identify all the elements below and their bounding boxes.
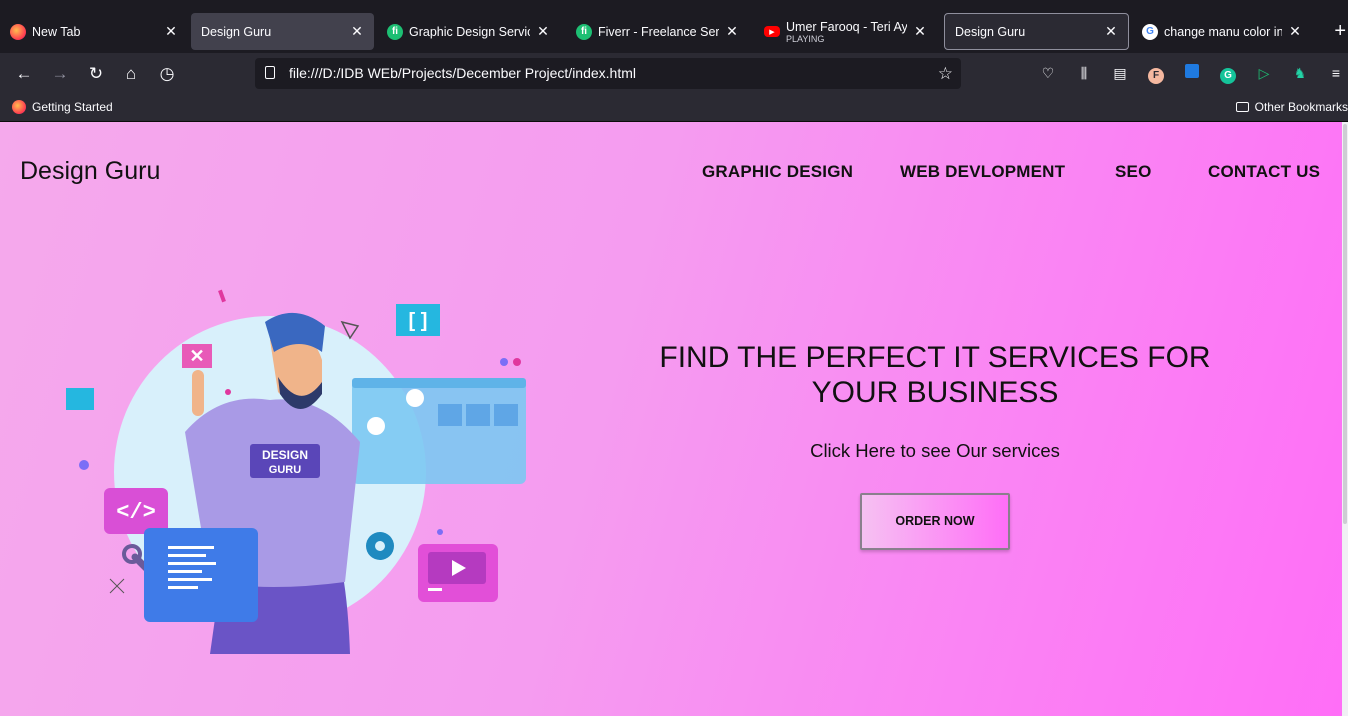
tab-title: change manu color in cs — [1164, 24, 1282, 39]
hamburger-menu-icon[interactable]: ≡ — [1326, 63, 1346, 83]
account-avatar-icon[interactable]: F — [1146, 63, 1166, 84]
web-page: Design Guru GRAPHIC DESIGN WEB DEVLOPMEN… — [0, 122, 1342, 716]
dot-confetti — [437, 529, 443, 535]
google-icon: G — [1142, 23, 1158, 40]
tab-title: Fiverr - Freelance Services — [598, 24, 719, 39]
code-tag-text: </> — [116, 500, 156, 525]
hero-title: FIND THE PERFECT IT SERVICES FOR YOUR BU… — [659, 341, 1211, 409]
dot-confetti — [225, 389, 231, 395]
page-icon — [265, 66, 275, 79]
new-tab-button[interactable]: + — [1334, 20, 1346, 43]
unicorn-extension-icon[interactable]: ♞ — [1290, 63, 1310, 83]
order-now-button[interactable]: ORDER NOW — [860, 493, 1010, 550]
bookmark-other-bookmarks[interactable]: Other Bookmarks — [1235, 100, 1348, 114]
navigation-toolbar: ← → ↻ ⌂ ◷ file:///D:/IDB WEb/Projects/De… — [0, 53, 1348, 94]
address-bar[interactable]: file:///D:/IDB WEb/Projects/December Pro… — [255, 58, 961, 89]
bracket-tag-small — [66, 388, 94, 410]
site-logo[interactable]: Design Guru — [20, 157, 160, 186]
playing-label: PLAYING — [786, 33, 825, 44]
tab-title: Design Guru — [955, 24, 1026, 39]
tab-title: Design Guru — [201, 24, 272, 39]
close-icon[interactable]: ✕ — [350, 23, 364, 40]
translate-extension-icon[interactable] — [1182, 63, 1202, 83]
bookmarks-toolbar: Getting Started Other Bookmarks — [0, 94, 1348, 122]
nav-contact-us[interactable]: CONTACT US — [1208, 162, 1320, 182]
close-icon[interactable]: ✕ — [1288, 23, 1302, 40]
nav-seo[interactable]: SEO — [1115, 162, 1152, 182]
close-icon[interactable]: ✕ — [164, 23, 178, 40]
bracket-tag-text: [ ] — [409, 310, 428, 332]
tab-title: Umer Farooq - Teri Ay (O PLAYING — [786, 20, 907, 44]
tab-design-guru[interactable]: Design Guru ✕ — [191, 13, 374, 50]
home-icon[interactable]: ⌂ — [120, 63, 142, 85]
tab-title: New Tab — [32, 24, 81, 39]
firefox-icon — [10, 23, 26, 40]
confetti — [218, 289, 226, 303]
bookmark-label: Getting Started — [32, 100, 113, 114]
bookmark-getting-started[interactable]: Getting Started — [12, 100, 113, 114]
back-arrow-icon[interactable]: ← — [13, 63, 35, 85]
tab-title-text: Umer Farooq - Teri Ay (O — [786, 19, 907, 34]
scrollbar-thumb[interactable] — [1343, 124, 1347, 524]
shirt-text-line2: GURU — [269, 464, 301, 476]
folder-icon — [1235, 102, 1249, 112]
tab-fiverr[interactable]: fi Fiverr - Freelance Services ✕ — [566, 13, 749, 50]
youtube-icon: ▶ — [764, 26, 780, 37]
close-icon[interactable]: ✕ — [536, 23, 550, 40]
hero-subtitle-link[interactable]: Click Here to see Our services — [620, 440, 1250, 462]
reload-icon[interactable]: ↻ — [85, 63, 107, 85]
person-hand — [192, 370, 204, 416]
nav-graphic-design[interactable]: GRAPHIC DESIGN — [702, 162, 853, 182]
sidebar-icon[interactable]: ▤ — [1110, 63, 1130, 83]
pocket-icon[interactable]: ♡ — [1038, 63, 1058, 83]
dot-confetti — [79, 460, 89, 470]
tab-youtube[interactable]: ▶ Umer Farooq - Teri Ay (O PLAYING ✕ — [754, 13, 937, 50]
shirt-text-line1: DESIGN — [262, 448, 308, 462]
library-icon[interactable]: ⫼ — [1074, 63, 1094, 83]
dot-confetti — [500, 358, 508, 366]
close-icon[interactable]: ✕ — [913, 23, 927, 40]
forward-arrow-icon[interactable]: → — [49, 63, 71, 85]
fiverr-icon: fi — [576, 23, 592, 40]
play-extension-icon[interactable]: ▷ — [1254, 63, 1274, 83]
dot-confetti — [513, 358, 521, 366]
tab-title: Graphic Design Services - — [409, 24, 530, 39]
tab-new-tab[interactable]: New Tab ✕ — [0, 13, 188, 50]
grammarly-icon[interactable]: G — [1218, 63, 1238, 84]
tab-bar: New Tab ✕ Design Guru ✕ fi Graphic Desig… — [0, 0, 1348, 53]
close-icon[interactable]: ✕ — [1104, 23, 1118, 40]
close-icon[interactable]: ✕ — [725, 23, 739, 40]
fiverr-icon: fi — [387, 23, 403, 40]
page-scrollbar[interactable] — [1342, 122, 1348, 716]
nav-web-development[interactable]: WEB DEVLOPMENT — [900, 162, 1065, 182]
tab-design-guru-2[interactable]: Design Guru ✕ — [944, 13, 1129, 50]
designer-illustration: [ ] ✕ DESIGN GURU </> — [66, 289, 526, 654]
url-text: file:///D:/IDB WEb/Projects/December Pro… — [289, 65, 636, 81]
code-document-card — [144, 528, 258, 622]
tab-graphic-design-services[interactable]: fi Graphic Design Services - ✕ — [377, 13, 560, 50]
svg-text:✕: ✕ — [189, 346, 204, 366]
bookmark-star-icon[interactable]: ☆ — [938, 58, 953, 89]
history-clock-icon[interactable]: ◷ — [156, 63, 178, 85]
bookmark-label: Other Bookmarks — [1254, 100, 1348, 114]
firefox-icon — [12, 100, 26, 114]
tab-google-search[interactable]: G change manu color in cs ✕ — [1132, 13, 1312, 50]
